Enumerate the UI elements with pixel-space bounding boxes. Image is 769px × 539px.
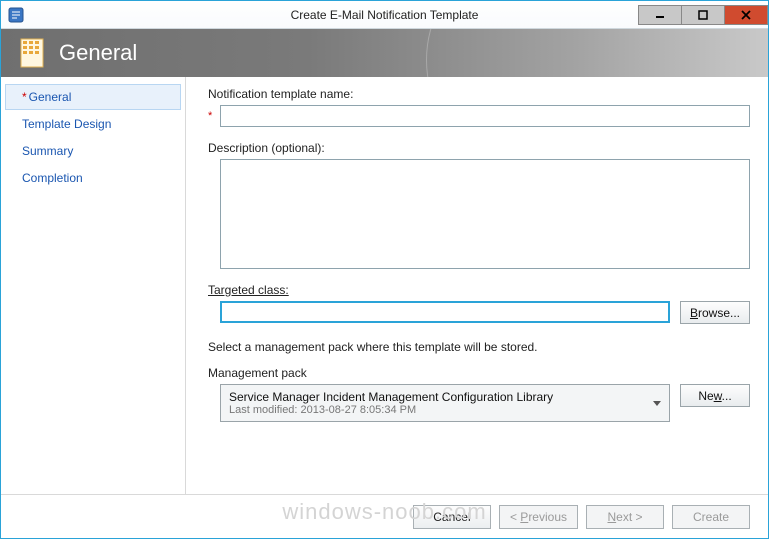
field-targeted-class: TTargeted class:argeted class: Browse... [208, 283, 750, 324]
management-pack-modified: Last modified: 2013-08-27 8:05:34 PM [229, 404, 647, 417]
minimize-button[interactable] [638, 5, 682, 25]
description-input[interactable] [220, 159, 750, 269]
nav-label: Template Design [22, 117, 111, 131]
browse-button[interactable]: Browse... [680, 301, 750, 324]
management-pack-label: Management pack [208, 366, 750, 380]
wizard-window: Create E-Mail Notification Template Gene… [0, 0, 769, 539]
wizard-nav: *General Template Design Summary Complet… [1, 77, 186, 494]
nav-label: Summary [22, 144, 73, 158]
title-bar: Create E-Mail Notification Template [1, 1, 768, 29]
page-icon [19, 39, 47, 67]
maximize-button[interactable] [681, 5, 725, 25]
wizard-footer: windows-noob.com Cancel < Previous Next … [1, 494, 768, 538]
template-name-input[interactable] [220, 105, 750, 127]
nav-label: Completion [22, 171, 83, 185]
app-icon [7, 6, 25, 24]
next-button[interactable]: Next > [586, 505, 664, 529]
field-description: Description (optional): [208, 141, 750, 269]
new-mp-button[interactable]: New... [680, 384, 750, 407]
nav-item-template-design[interactable]: Template Design [5, 111, 181, 137]
create-button[interactable]: Create [672, 505, 750, 529]
wizard-body: *General Template Design Summary Complet… [1, 77, 768, 494]
cancel-button[interactable]: Cancel [413, 505, 491, 529]
targeted-class-label: TTargeted class:argeted class: [208, 283, 750, 297]
wizard-banner: General [1, 29, 768, 77]
management-pack-selected: Service Manager Incident Management Conf… [229, 390, 647, 404]
field-management-pack: Management pack Service Manager Incident… [208, 366, 750, 422]
banner-title: General [59, 40, 137, 66]
template-name-label: Notification template name: [208, 87, 750, 101]
window-buttons [639, 5, 768, 25]
nav-item-general[interactable]: *General [5, 84, 181, 110]
nav-item-completion[interactable]: Completion [5, 165, 181, 191]
management-pack-combo[interactable]: Service Manager Incident Management Conf… [220, 384, 670, 422]
close-button[interactable] [724, 5, 768, 25]
mp-helper-text: Select a management pack where this temp… [208, 340, 750, 354]
nav-item-summary[interactable]: Summary [5, 138, 181, 164]
required-marker: * [208, 105, 216, 127]
field-template-name: Notification template name: * [208, 87, 750, 127]
description-label: Description (optional): [208, 141, 750, 155]
required-marker: * [22, 90, 27, 104]
previous-button[interactable]: < Previous [499, 505, 578, 529]
nav-label: General [29, 90, 72, 104]
targeted-class-input[interactable] [220, 301, 670, 323]
form-area: Notification template name: * Descriptio… [186, 77, 768, 494]
